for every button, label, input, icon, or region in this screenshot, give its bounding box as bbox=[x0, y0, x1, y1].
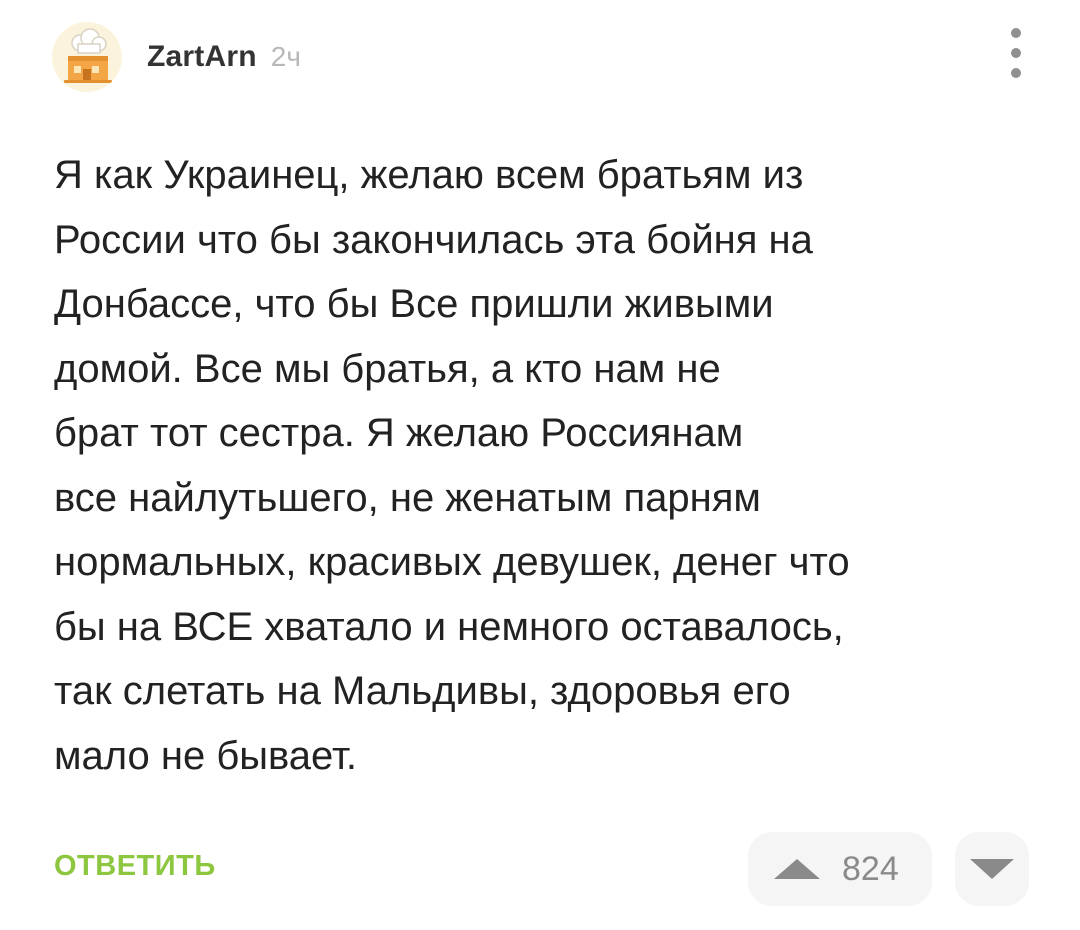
comment-line: Я как Украинец, желаю всем братьям из bbox=[54, 153, 804, 197]
more-vertical-icon[interactable] bbox=[1004, 28, 1028, 78]
more-dot bbox=[1011, 28, 1021, 38]
author-name[interactable]: ZartArn bbox=[147, 40, 257, 74]
comment-line: России что бы закончилась эта бойня на bbox=[54, 217, 813, 262]
comment-text: Я как Украинец, желаю всем братьям из Ро… bbox=[54, 143, 1044, 788]
comment-line: так слетать на Мальдивы, здоровья его bbox=[54, 669, 791, 713]
comment-line: мало не бывает. bbox=[54, 733, 357, 778]
comment-line: бы на ВСЕ хватало и немного оставалось, bbox=[54, 604, 844, 649]
comment-line: все найлутьшего, не женатым парням bbox=[54, 475, 761, 520]
chef-hat-house-avatar-icon bbox=[64, 28, 112, 83]
upvote-triangle-icon bbox=[774, 859, 820, 879]
comment-time: 2ч bbox=[270, 41, 301, 72]
downvote-triangle-icon bbox=[970, 859, 1014, 879]
rating-count: 824 bbox=[842, 849, 899, 888]
comment-line: нормальных, красивых девушек, денег что bbox=[54, 540, 850, 584]
more-dot bbox=[1011, 68, 1021, 78]
comment-line: Донбассе, что бы Все пришли живыми bbox=[54, 282, 774, 326]
more-dot bbox=[1011, 48, 1021, 58]
downvote-button[interactable] bbox=[955, 832, 1029, 906]
comment-line: домой. Все мы братья, а кто нам не bbox=[54, 346, 721, 391]
comment-line: брат тот сестра. Я желаю Россиянам bbox=[54, 411, 744, 455]
reply-button[interactable]: ОТВЕТИТЬ bbox=[54, 850, 216, 883]
avatar[interactable] bbox=[52, 22, 122, 92]
comment-header: ZartArn 2ч bbox=[52, 22, 301, 92]
upvote-button[interactable]: 824 bbox=[748, 832, 932, 906]
